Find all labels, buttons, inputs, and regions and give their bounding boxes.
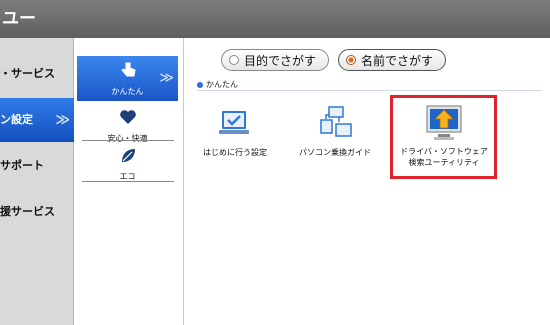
- divider: [82, 181, 174, 182]
- radio-label: 名前でさがす: [361, 54, 434, 68]
- radio-label: 目的でさがす: [244, 54, 317, 68]
- laptop-check-icon: [218, 108, 250, 140]
- heart-icon: [119, 109, 137, 127]
- left-nav-item-support-service[interactable]: 援サービス: [0, 190, 74, 234]
- search-by-name-radio[interactable]: 名前でさがす: [338, 49, 446, 71]
- radio-icon: [229, 55, 239, 65]
- hand-pointer-icon: [119, 61, 137, 81]
- left-nav-item-settings[interactable]: ン設定 ≫: [0, 98, 74, 142]
- left-nav-item-service[interactable]: ・サービス: [0, 52, 74, 96]
- left-nav-label: サポート: [0, 159, 44, 172]
- pc-transfer-icon: [319, 106, 353, 142]
- category-navigation: ≫ かんたん 安心・快適 エコ: [74, 38, 184, 325]
- category-item-easy[interactable]: ≫ かんたん: [77, 56, 178, 101]
- category-label: かんたん: [111, 87, 144, 96]
- app-label: はじめに行う設定: [203, 148, 267, 157]
- divider: [197, 90, 542, 91]
- category-item-eco[interactable]: エコ: [77, 142, 178, 186]
- left-nav-label: ン設定: [0, 113, 33, 126]
- section-title: かんたん: [206, 80, 238, 89]
- highlight-box: [390, 95, 497, 179]
- window-title: ユー: [0, 0, 550, 38]
- section-heading: かんたん: [197, 79, 238, 90]
- left-nav-label: 援サービス: [0, 205, 55, 218]
- app-initial-settings[interactable]: はじめに行う設定: [195, 104, 275, 160]
- left-nav-item-support[interactable]: サポート: [0, 144, 74, 188]
- bullet-icon: [197, 81, 203, 88]
- leaf-icon: [119, 147, 137, 167]
- app-label: パソコン乗換ガイド: [299, 148, 371, 157]
- chevron-right-icon: ≫: [55, 112, 70, 128]
- divider: [82, 140, 174, 141]
- app-pc-transfer-guide[interactable]: パソコン乗換ガイド: [285, 104, 385, 160]
- left-nav-label: ・サービス: [0, 67, 55, 80]
- chevron-right-icon: ≫: [159, 70, 174, 86]
- search-by-purpose-radio[interactable]: 目的でさがす: [221, 49, 329, 71]
- main-panel: 目的でさがす 名前でさがす かんたん はじめに行う設定 パソコン乗換ガイド ドラ…: [185, 38, 550, 325]
- radio-selected-icon: [346, 55, 356, 65]
- left-navigation: ・サービス ン設定 ≫ サポート 援サービス: [0, 38, 74, 325]
